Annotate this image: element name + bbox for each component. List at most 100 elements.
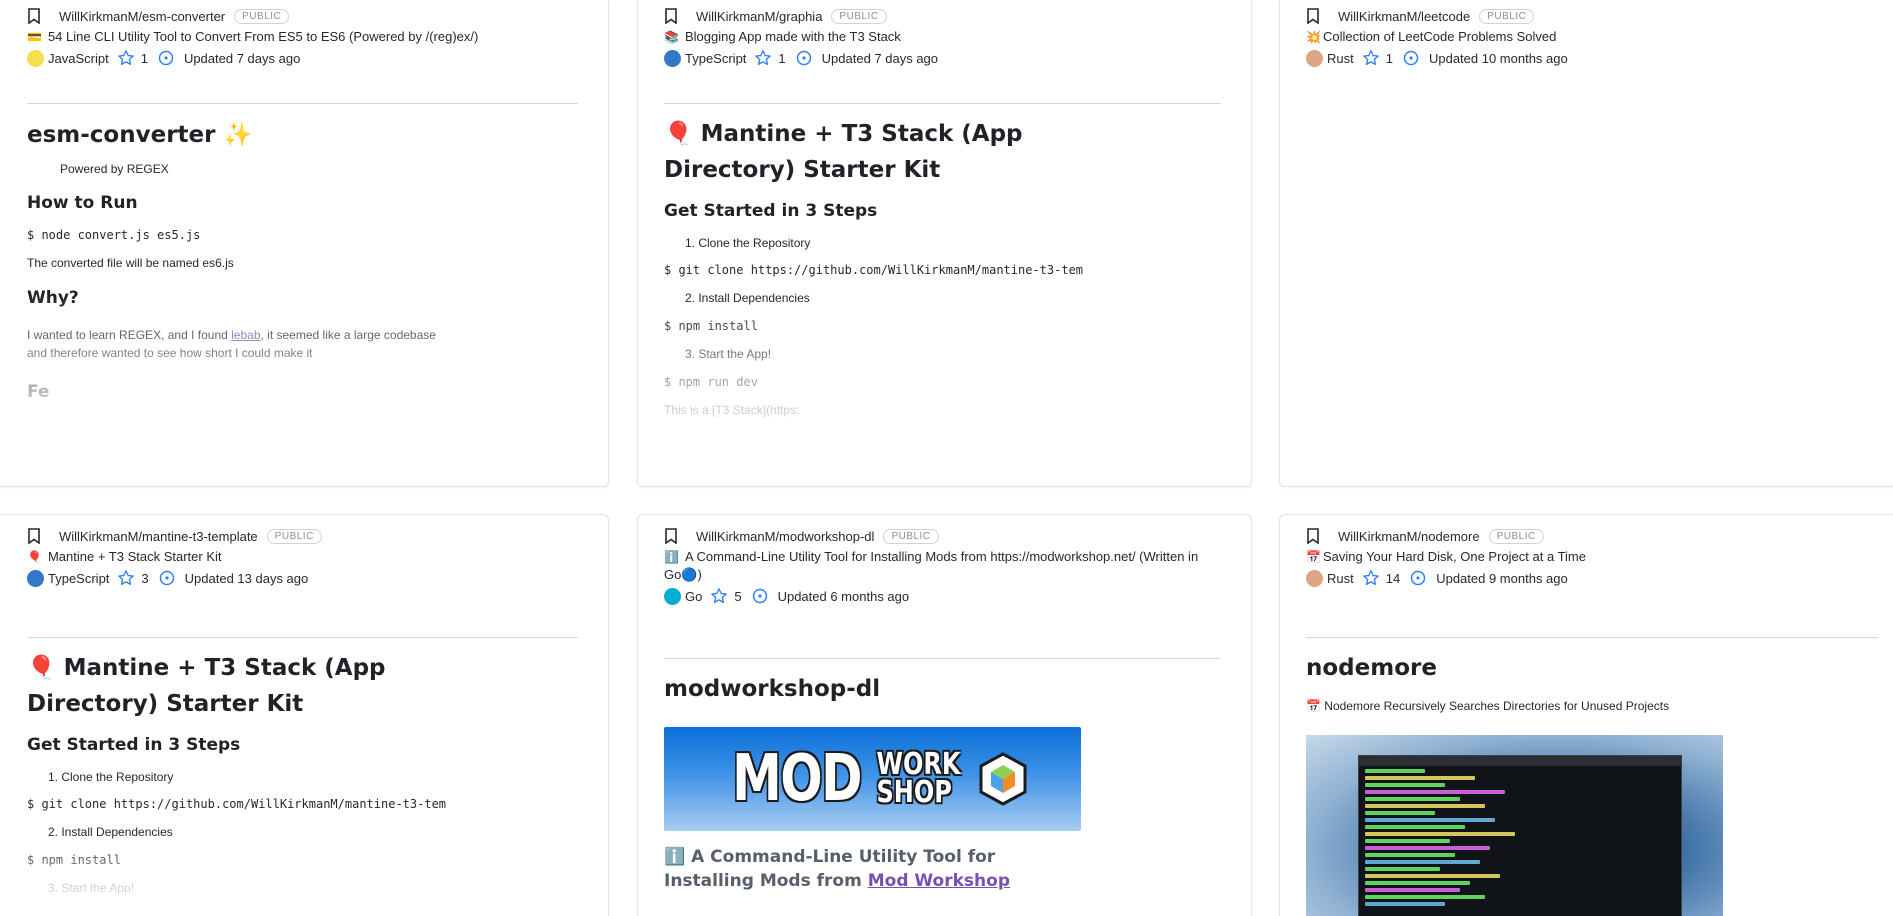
mod-workshop-link[interactable]: Mod Workshop bbox=[868, 871, 1010, 891]
readme-step-3: 3. Start the App! bbox=[685, 347, 772, 361]
visibility-badge: PUBLIC bbox=[234, 8, 290, 24]
star-count: 1 bbox=[140, 50, 148, 66]
readme-heading: ℹ️ A Command-Line Utility Tool for Insta… bbox=[664, 845, 1084, 893]
repo-card-graphia[interactable]: WillKirkmanM/graphia PUBLIC 📚 Blogging A… bbox=[637, 0, 1252, 487]
card-emoji-icon: 🎈 bbox=[27, 550, 42, 564]
star-count: 5 bbox=[734, 588, 742, 604]
card-emoji-icon: 💳 bbox=[27, 30, 42, 44]
readme-heading-run: How to Run bbox=[27, 193, 138, 213]
updated-text: Updated 10 months ago bbox=[1428, 50, 1568, 66]
modworkshop-banner-image: MOD WORK SHOP bbox=[664, 727, 1081, 831]
card-emoji-icon: 💥 bbox=[1306, 30, 1321, 44]
readme-preview: nodemore 📅 Nodemore Recursively Searches… bbox=[1306, 650, 1868, 715]
readme-code-dev: $ npm run dev bbox=[664, 375, 758, 389]
repo-description-text: Blogging App made with the T3 Stack bbox=[684, 29, 901, 44]
repo-card-mantine-t3-template[interactable]: WillKirkmanM/mantine-t3-template PUBLIC … bbox=[0, 514, 609, 916]
repo-meta: JavaScript 1 Updated 7 days ago bbox=[27, 49, 582, 67]
banner-shop-text: SHOP bbox=[876, 775, 952, 810]
bookmark-icon bbox=[28, 528, 40, 544]
readme-heading: Get Started in 3 Steps bbox=[27, 735, 241, 755]
readme-code-install: $ npm install bbox=[664, 319, 758, 333]
visibility-badge: PUBLIC bbox=[266, 528, 322, 544]
readme-why-text: I wanted to learn REGEX, and I found leb… bbox=[27, 326, 457, 362]
readme-title: nodemore bbox=[1306, 655, 1437, 681]
language-dot bbox=[1306, 49, 1323, 67]
star-icon[interactable] bbox=[754, 49, 772, 67]
repo-description: 🎈 Mantine + T3 Stack Starter Kit bbox=[27, 548, 582, 566]
info-icon: ℹ️ bbox=[664, 550, 679, 564]
terminal-screenshot-image bbox=[1306, 735, 1723, 916]
language-label: Rust bbox=[1327, 50, 1354, 66]
repo-card-leetcode[interactable]: WillKirkmanM/leetcode PUBLIC 💥 Collectio… bbox=[1279, 0, 1893, 487]
language-label: Rust bbox=[1327, 570, 1354, 586]
divider bbox=[1306, 637, 1878, 638]
repo-description-body: A Command-Line Utility Tool for Installi… bbox=[664, 549, 1199, 582]
repo-name[interactable]: WillKirkmanM/mantine-t3-template bbox=[59, 529, 258, 544]
readme-code: $ node convert.js es5.js bbox=[27, 228, 201, 242]
star-icon[interactable] bbox=[117, 49, 135, 67]
divider bbox=[27, 103, 578, 104]
repo-description: 📅 Saving Your Hard Disk, One Project at … bbox=[1306, 548, 1882, 566]
bookmark-icon bbox=[665, 8, 677, 24]
star-icon[interactable] bbox=[117, 569, 135, 587]
repo-name[interactable]: WillKirkmanM/nodemore bbox=[1338, 529, 1480, 544]
star-count: 14 bbox=[1385, 570, 1401, 586]
repo-card-modworkshop-dl[interactable]: WillKirkmanM/modworkshop-dl PUBLIC ℹ️ A C… bbox=[637, 514, 1252, 916]
cube-logo-icon bbox=[979, 752, 1027, 806]
terminal-window bbox=[1358, 755, 1682, 916]
repo-name[interactable]: WillKirkmanM/esm-converter bbox=[59, 9, 225, 24]
card-emoji-icon: 📚 bbox=[664, 30, 679, 44]
readme-heading-why: Why? bbox=[27, 288, 79, 308]
readme-title: 🎈 Mantine + T3 Stack (App Directory) Sta… bbox=[27, 655, 386, 717]
star-count: 3 bbox=[141, 570, 149, 586]
language-dot bbox=[27, 569, 44, 587]
updated-text: Updated 9 months ago bbox=[1436, 570, 1568, 586]
readme-preview: esm-converter ✨ Powered by REGEX How to … bbox=[27, 117, 568, 404]
readme-step-2: 2. Install Dependencies bbox=[685, 291, 810, 305]
readme-title: modworkshop-dl bbox=[664, 676, 881, 702]
repo-meta: TypeScript 3 Updated 13 days ago bbox=[27, 569, 582, 587]
bookmark-icon bbox=[665, 528, 677, 544]
repo-description-text: Mantine + T3 Stack Starter Kit bbox=[47, 549, 222, 564]
repo-description: 💥 Collection of LeetCode Problems Solved bbox=[1306, 28, 1882, 46]
readme-step-1: 1. Clone the Repository bbox=[685, 236, 811, 250]
repo-card-nodemore[interactable]: WillKirkmanM/nodemore PUBLIC 📅 Saving Yo… bbox=[1279, 514, 1893, 916]
divider bbox=[664, 103, 1221, 104]
readme-code-clone: $ git clone https://github.com/WillKirkm… bbox=[27, 797, 447, 811]
language-label: JavaScript bbox=[48, 50, 109, 66]
terminal-title-bar bbox=[1359, 756, 1681, 766]
readme-step-2: 2. Install Dependencies bbox=[48, 825, 173, 839]
repo-name[interactable]: WillKirkmanM/graphia bbox=[696, 9, 822, 24]
bookmark-icon bbox=[1307, 528, 1319, 544]
repo-description: 💳 54 Line CLI Utility Tool to Convert Fr… bbox=[27, 28, 582, 46]
readme-heading: Get Started in 3 Steps bbox=[664, 201, 878, 221]
readme-preview: 🎈 Mantine + T3 Stack (App Directory) Sta… bbox=[27, 650, 447, 897]
readme-preview: modworkshop-dl bbox=[664, 671, 1211, 707]
readme-step-3: 3. Start the App! bbox=[48, 881, 135, 895]
readme-heading-fe: Fe bbox=[27, 382, 50, 402]
issue-icon bbox=[1410, 570, 1426, 586]
readme-tail: This is a [T3 Stack](https: bbox=[664, 403, 800, 417]
issue-icon bbox=[752, 588, 767, 604]
repo-name[interactable]: WillKirkmanM/leetcode bbox=[1338, 9, 1470, 24]
banner-workshop-text: WORK SHOP bbox=[866, 750, 971, 810]
repo-meta: Rust 1 Updated 10 months ago bbox=[1306, 49, 1882, 67]
star-icon[interactable] bbox=[1362, 569, 1380, 587]
readme-subtitle: Powered by REGEX bbox=[60, 162, 169, 176]
bookmark-icon bbox=[28, 8, 40, 24]
star-icon[interactable] bbox=[1362, 49, 1380, 67]
readme-title: esm-converter ✨ bbox=[27, 122, 253, 148]
star-icon[interactable] bbox=[710, 587, 728, 605]
divider bbox=[664, 658, 1221, 659]
lebab-link[interactable]: lebab bbox=[231, 328, 260, 342]
readme-code-install: $ npm install bbox=[27, 853, 121, 867]
issue-icon bbox=[159, 570, 174, 586]
repo-card-esm-converter[interactable]: WillKirkmanM/esm-converter PUBLIC 💳 54 L… bbox=[0, 0, 609, 487]
repo-meta: Rust 14 Updated 9 months ago bbox=[1306, 569, 1882, 587]
language-dot bbox=[27, 49, 44, 67]
repo-name[interactable]: WillKirkmanM/modworkshop-dl bbox=[696, 529, 874, 544]
visibility-badge: PUBLIC bbox=[1479, 8, 1535, 24]
divider bbox=[27, 637, 578, 638]
updated-text: Updated 13 days ago bbox=[184, 570, 309, 586]
star-count: 1 bbox=[1385, 50, 1393, 66]
